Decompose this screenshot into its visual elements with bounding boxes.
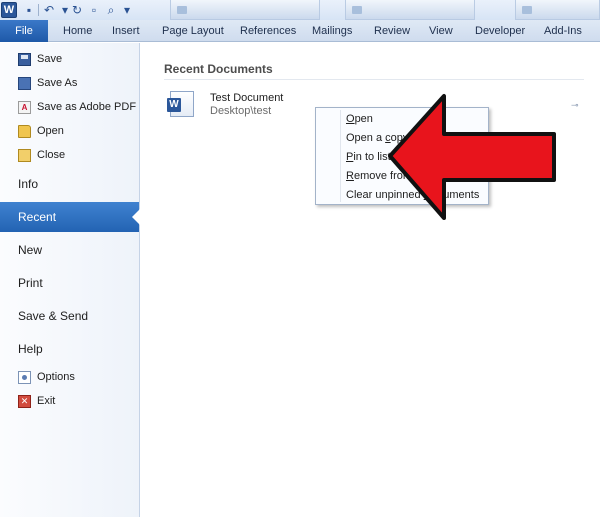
section-recent-label: Recent [18, 210, 57, 224]
word-document-icon: W [167, 91, 194, 117]
tab-view[interactable]: View [429, 20, 453, 42]
taskbar-window-tab[interactable] [345, 0, 475, 20]
section-new-label: New [18, 243, 43, 257]
section-print[interactable]: Print [0, 268, 140, 298]
save-as-pdf-label: Save as Adobe PDF [37, 101, 137, 113]
section-help[interactable]: Help [0, 334, 140, 364]
title-bar: W ▪ ↶ ▾ ↻ ▫ ⌕ ▾ [0, 0, 600, 20]
document-path: Desktop\test [210, 105, 272, 117]
section-info-label: Info [18, 177, 39, 191]
section-save-send-label: Save & Send [18, 309, 89, 323]
tab-add-ins[interactable]: Add-Ins [544, 20, 582, 42]
save-icon [18, 53, 31, 66]
tab-insert[interactable]: Insert [112, 20, 140, 42]
section-recent[interactable]: Recent [0, 202, 140, 232]
section-new[interactable]: New [0, 235, 140, 265]
find-icon[interactable]: ⌕ [104, 2, 118, 18]
taskbar-window-tab[interactable] [170, 0, 320, 20]
section-save-send[interactable]: Save & Send [0, 301, 140, 331]
tab-page-layout[interactable]: Page Layout [162, 20, 224, 42]
exit-command[interactable]: ✕ Exit [0, 390, 138, 412]
tab-mailings[interactable]: Mailings [312, 20, 352, 42]
folder-open-icon [18, 125, 31, 138]
pin-icon[interactable]: ⊸ [571, 101, 585, 110]
toolbar-separator [38, 4, 39, 16]
options-command[interactable]: Options [0, 366, 138, 388]
save-icon[interactable]: ▪ [22, 2, 36, 18]
document-name: Test Document [210, 92, 284, 104]
tab-references[interactable]: References [240, 20, 296, 42]
tab-developer[interactable]: Developer [475, 20, 525, 42]
tab-review[interactable]: Review [374, 20, 410, 42]
section-info[interactable]: Info [0, 169, 140, 199]
recent-documents-heading: Recent Documents [164, 62, 584, 80]
tab-file[interactable]: File [0, 20, 48, 42]
close-command[interactable]: Close [0, 144, 138, 166]
save-label: Save [37, 53, 63, 65]
open-command[interactable]: Open [0, 120, 138, 142]
open-label: Open [37, 125, 64, 137]
backstage-nav: Save Save As A Save as Adobe PDF Open Cl… [0, 43, 140, 517]
save-as-icon [18, 77, 31, 90]
folder-close-icon [18, 149, 31, 162]
options-label: Options [37, 371, 75, 383]
save-as-label: Save As [37, 77, 78, 89]
arrow-shape [388, 94, 556, 220]
save-as-command[interactable]: Save As [0, 72, 138, 94]
tab-home[interactable]: Home [63, 20, 92, 42]
word-document-letter: W [167, 98, 181, 112]
ribbon-tab-bar: File Home Insert Page Layout References … [0, 20, 600, 42]
word-logo-icon[interactable]: W [1, 2, 17, 18]
pdf-icon: A [18, 101, 31, 114]
undo-icon[interactable]: ↶ [42, 2, 56, 18]
section-help-label: Help [18, 342, 43, 356]
exit-icon: ✕ [18, 395, 31, 408]
print-preview-icon[interactable]: ▫ [87, 2, 101, 18]
section-print-label: Print [18, 276, 43, 290]
save-command[interactable]: Save [0, 48, 138, 70]
redo-icon[interactable]: ↻ [70, 2, 84, 18]
close-label: Close [37, 149, 66, 161]
customize-toolbar-icon[interactable]: ▾ [120, 2, 134, 18]
taskbar-window-tab[interactable] [515, 0, 600, 20]
save-as-pdf-command[interactable]: A Save as Adobe PDF [0, 96, 138, 118]
options-icon [18, 371, 31, 384]
exit-label: Exit [37, 395, 56, 407]
red-arrow-annotation [388, 94, 556, 220]
